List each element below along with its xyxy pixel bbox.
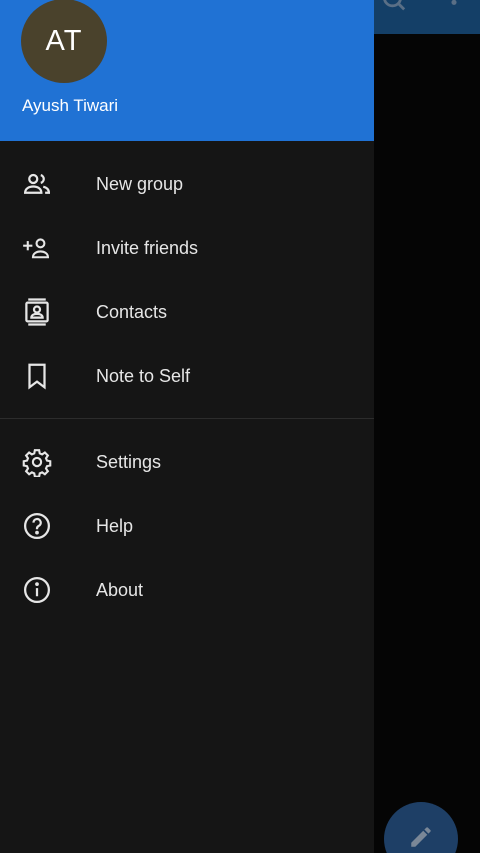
person-add-icon — [22, 233, 52, 263]
menu-item-invite-friends[interactable]: Invite friends — [0, 216, 374, 280]
menu-item-label: Note to Self — [96, 365, 191, 386]
menu-item-label: Help — [96, 515, 134, 536]
menu-item-about[interactable]: About — [0, 558, 374, 622]
pencil-icon — [411, 827, 431, 847]
bookmark-icon — [22, 361, 52, 391]
group-icon — [22, 169, 52, 199]
overflow-menu-icon[interactable] — [440, 0, 468, 28]
drawer-header: AT Ayush Tiwari — [0, 0, 374, 141]
avatar[interactable]: AT — [21, 0, 107, 83]
menu-item-label: Invite friends — [96, 237, 199, 258]
search-icon[interactable] — [382, 0, 410, 28]
menu-item-label: Settings — [96, 451, 162, 472]
avatar-initials: AT — [45, 24, 83, 57]
navigation-drawer: AT Ayush Tiwari New group Invite friends… — [0, 0, 374, 853]
menu-divider — [0, 418, 374, 419]
menu-item-note-to-self[interactable]: Note to Self — [0, 344, 374, 408]
menu-item-settings[interactable]: Settings — [0, 430, 374, 494]
menu-item-label: Contacts — [96, 301, 168, 322]
menu-item-label: New group — [96, 173, 184, 194]
help-icon — [22, 511, 52, 541]
gear-icon — [22, 447, 52, 477]
menu-item-new-group[interactable]: New group — [0, 152, 374, 216]
menu-item-label: About — [96, 579, 144, 600]
app-screen: g to ed by AT Ayush Tiwari — [0, 0, 480, 853]
info-icon — [22, 575, 52, 605]
contacts-icon — [22, 297, 52, 327]
menu-item-help[interactable]: Help — [0, 494, 374, 558]
profile-name[interactable]: Ayush Tiwari — [22, 96, 118, 116]
drawer-menu: New group Invite friends Contacts Note t… — [0, 152, 374, 622]
menu-item-contacts[interactable]: Contacts — [0, 280, 374, 344]
